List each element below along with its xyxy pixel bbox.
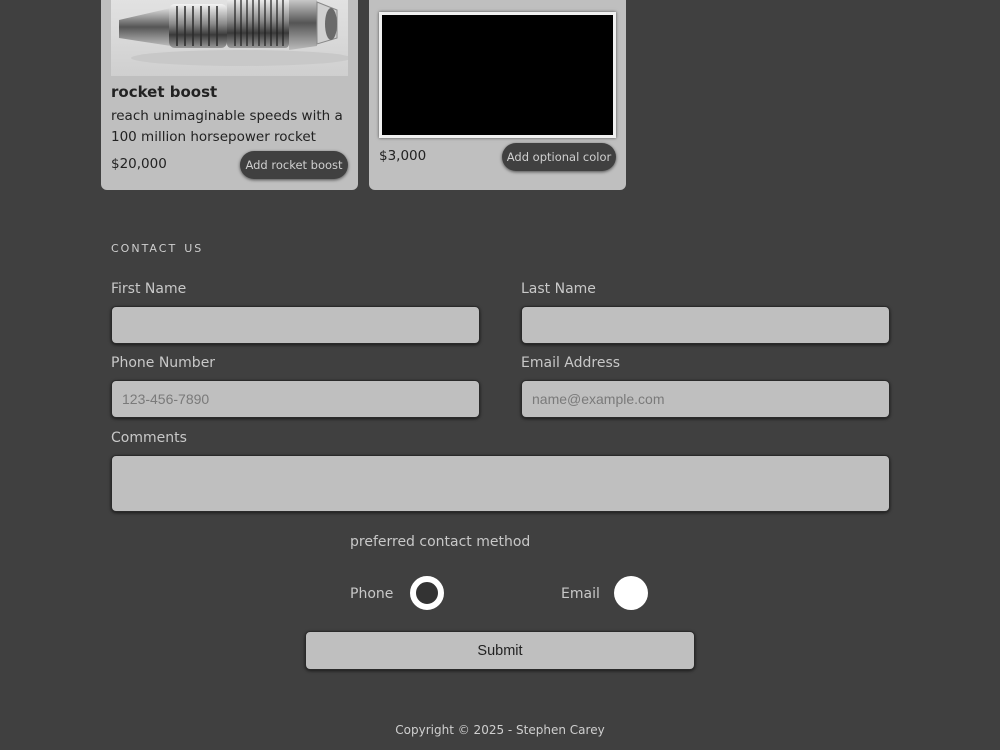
last-name-label: Last Name <box>521 281 596 297</box>
phone-number-label: Phone Number <box>111 355 216 371</box>
comments-label: Comments <box>111 430 187 446</box>
comments-field[interactable] <box>111 455 890 512</box>
email-address-field[interactable] <box>521 380 890 418</box>
first-name-label: First Name <box>111 281 187 297</box>
color-swatch[interactable] <box>379 12 616 138</box>
first-name-field[interactable] <box>111 306 480 344</box>
product-title: rocket boost <box>111 83 218 101</box>
radio-phone[interactable] <box>410 576 444 610</box>
contact-title: CONTACT US <box>111 237 204 256</box>
submit-button[interactable]: Submit <box>305 631 695 670</box>
product-price: $20,000 <box>111 156 167 172</box>
product-description: reach unimaginable speeds with a 100 mil… <box>111 108 343 145</box>
footer-copyright: Copyright © 2025 - Stephen Carey <box>395 723 605 737</box>
add-rocket-boost-button[interactable]: Add rocket boost <box>240 151 348 179</box>
radio-email[interactable] <box>614 576 648 610</box>
product-price: $3,000 <box>379 148 427 164</box>
phone-number-field[interactable] <box>111 380 480 418</box>
product-card-optional-color: $3,000 Add optional color <box>369 0 626 190</box>
radio-label-email: Email <box>561 586 600 602</box>
rocket-engine-image <box>111 0 348 76</box>
last-name-field[interactable] <box>521 306 890 344</box>
page: rocket boost reach unimaginable speeds w… <box>0 0 1000 750</box>
add-optional-color-button[interactable]: Add optional color <box>502 143 616 171</box>
email-address-label: Email Address <box>521 355 621 371</box>
product-card-rocket-boost: rocket boost reach unimaginable speeds w… <box>101 0 358 190</box>
radio-label-phone: Phone <box>350 586 394 602</box>
preferred-contact-label: preferred contact method <box>350 534 531 550</box>
